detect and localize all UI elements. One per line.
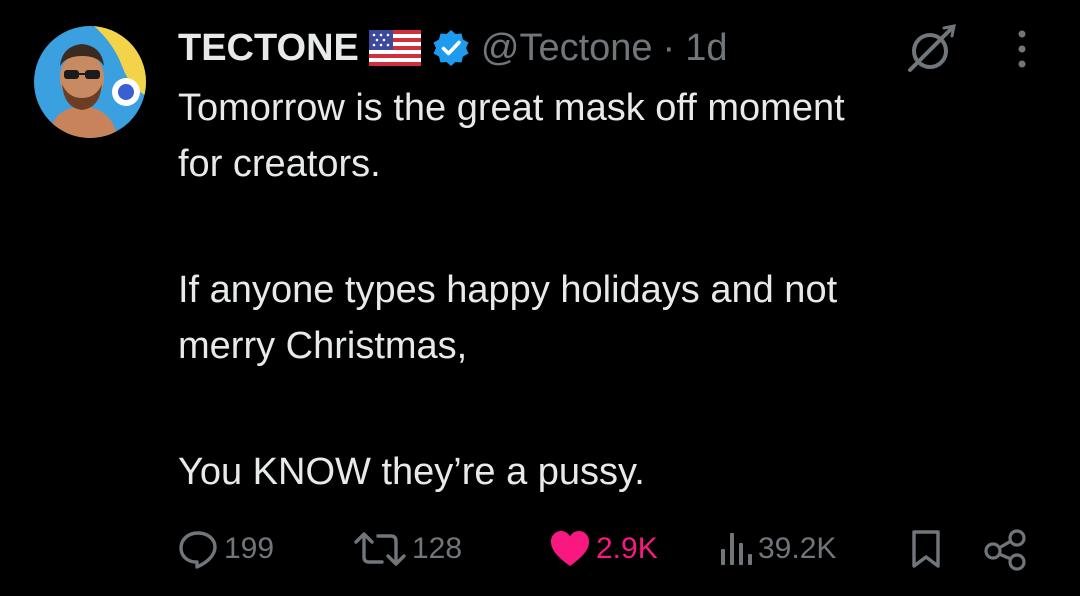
timestamp[interactable]: 1d: [685, 27, 727, 70]
reply-button[interactable]: 199: [176, 524, 274, 574]
tweet-line: You KNOW they’re a pussy.: [178, 451, 645, 493]
action-bar: 199 128 2.9K 39.2K: [176, 524, 1036, 574]
views-icon: [721, 533, 752, 565]
user-handle[interactable]: @Tectone: [481, 27, 653, 70]
more-options-icon[interactable]: [1010, 26, 1034, 72]
tweet-paragraph: You KNOW they’re a pussy.: [178, 444, 1048, 500]
tweet-paragraph: Tomorrow is the great mask off moment fo…: [178, 80, 1048, 192]
tweet-line: for creators.: [178, 143, 381, 185]
bookmark-button[interactable]: [908, 524, 944, 574]
bookmark-icon: [912, 530, 940, 568]
tweet-paragraph: If anyone types happy holidays and not m…: [178, 262, 1048, 374]
tweet-header: TECTONE @Tectone · 1d: [178, 20, 727, 76]
repost-count: 128: [412, 532, 463, 565]
separator-dot: ·: [662, 26, 676, 69]
views-button[interactable]: 39.2K: [718, 524, 836, 574]
share-button[interactable]: [982, 524, 1028, 574]
grok-icon[interactable]: [904, 22, 958, 76]
tweet-text: Tomorrow is the great mask off moment fo…: [178, 80, 1048, 500]
like-button[interactable]: 2.9K: [548, 524, 658, 574]
tweet-line: merry Christmas,: [178, 325, 468, 367]
heart-icon: [551, 531, 589, 566]
avatar-image: [34, 26, 146, 138]
verified-badge-icon[interactable]: [431, 28, 471, 68]
share-icon: [984, 529, 1026, 571]
tweet-line: Tomorrow is the great mask off moment: [178, 87, 845, 129]
tweet-line: If anyone types happy holidays and not: [178, 269, 838, 311]
repost-icon: [354, 532, 406, 566]
display-name[interactable]: TECTONE: [178, 27, 359, 70]
reply-count: 199: [224, 532, 275, 565]
repost-button[interactable]: 128: [352, 524, 462, 574]
reply-icon: [179, 531, 217, 569]
avatar[interactable]: [34, 26, 146, 138]
views-count: 39.2K: [758, 532, 837, 565]
like-count: 2.9K: [596, 532, 658, 565]
us-flag-icon: [368, 30, 421, 66]
